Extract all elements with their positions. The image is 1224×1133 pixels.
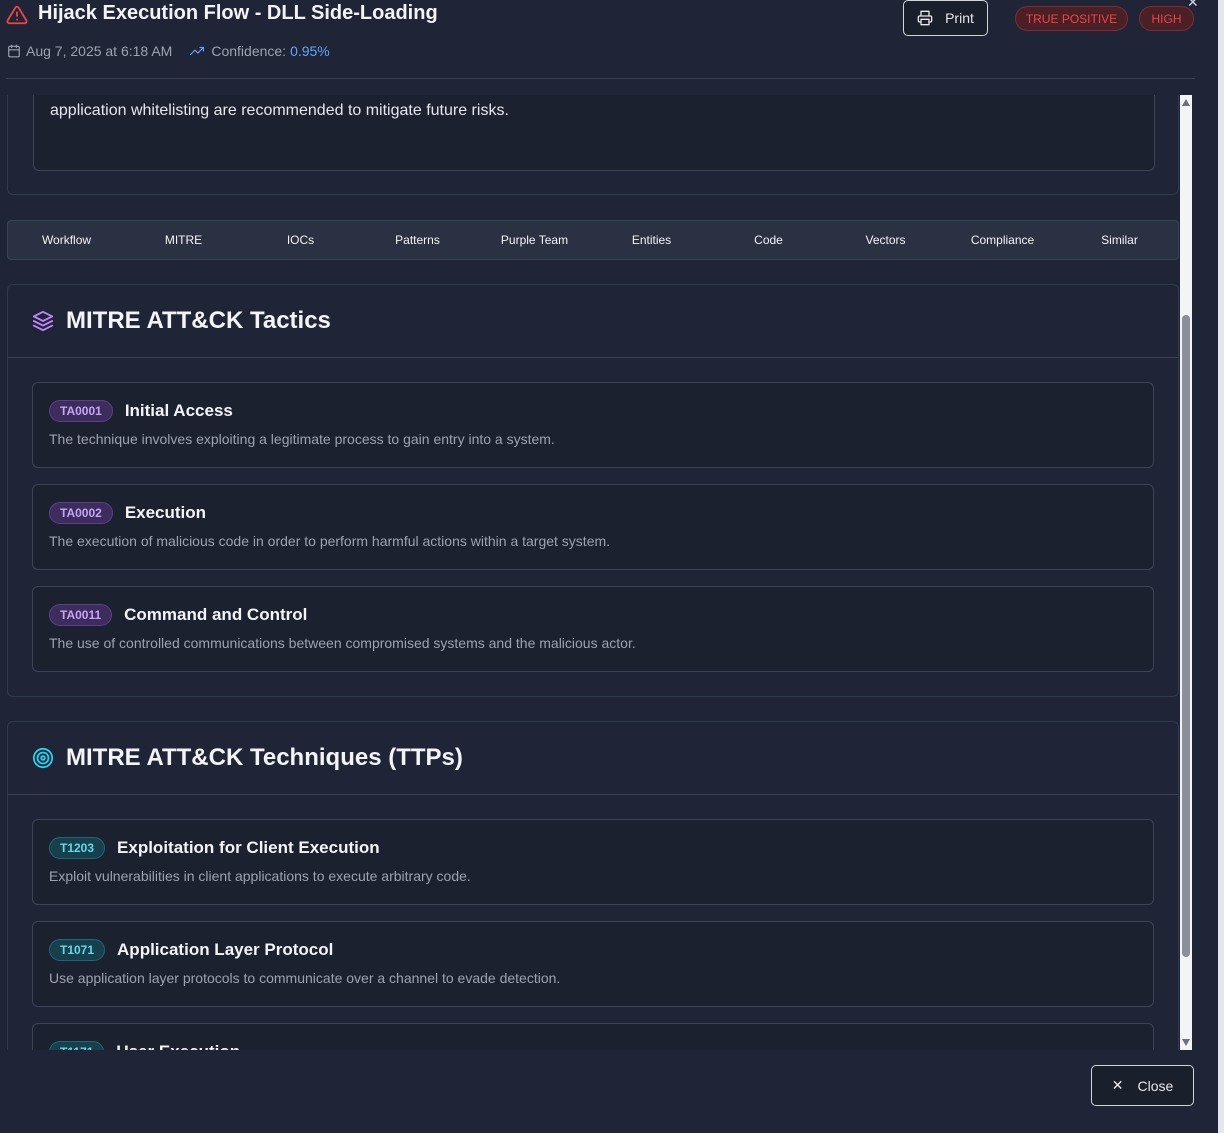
summary-card: potentially allowing attackers to execut… — [7, 95, 1179, 195]
tactics-title: MITRE ATT&CK Tactics — [66, 307, 331, 334]
alert-meta: Aug 7, 2025 at 6:18 AM Confidence: 0.95% — [7, 43, 330, 59]
technique-item: T1203 Exploitation for Client Execution … — [32, 819, 1154, 905]
tactic-name: Execution — [124, 503, 207, 522]
tab-similar[interactable]: Similar — [1061, 221, 1178, 259]
close-button[interactable]: ✕ Close — [1091, 1065, 1194, 1106]
tab-workflow[interactable]: Workflow — [8, 221, 125, 259]
tab-compliance[interactable]: Compliance — [944, 221, 1061, 259]
confidence-label: Confidence: — [211, 43, 287, 59]
tab-vectors[interactable]: Vectors — [827, 221, 944, 259]
technique-description: Use application layer protocols to commu… — [49, 970, 561, 986]
tactic-id-badge: TA0001 — [49, 400, 113, 422]
technique-description: Exploit vulnerabilities in client applic… — [49, 868, 471, 884]
tactic-id-badge: TA0011 — [49, 604, 113, 626]
tactic-description: The execution of malicious code in order… — [49, 533, 611, 549]
technique-id-badge: T1203 — [49, 837, 106, 859]
alert-detail-modal: Hijack Execution Flow - DLL Side-Loading… — [0, 0, 1218, 1133]
trending-up-icon — [190, 46, 205, 56]
layers-icon — [32, 310, 54, 332]
tactic-id-badge: TA0002 — [49, 502, 113, 524]
tactics-section: MITRE ATT&CK Tactics TA0001 Initial Acce… — [7, 284, 1179, 697]
print-label: Print — [945, 10, 974, 26]
warning-icon — [6, 5, 28, 25]
modal-header: Hijack Execution Flow - DLL Side-Loading… — [0, 0, 1218, 80]
summary-text: potentially allowing attackers to execut… — [50, 102, 509, 119]
technique-item: T1171 User Execution — [32, 1023, 1154, 1050]
technique-id-badge: T1071 — [49, 939, 106, 961]
technique-id-badge: T1171 — [49, 1041, 105, 1050]
tab-purple-team[interactable]: Purple Team — [476, 221, 593, 259]
tactic-item: TA0011 Command and Control The use of co… — [32, 586, 1154, 672]
tactic-description: The technique involves exploiting a legi… — [49, 431, 555, 447]
target-icon — [32, 747, 54, 769]
technique-item: T1071 Application Layer Protocol Use app… — [32, 921, 1154, 1007]
tactic-item: TA0002 Execution The execution of malici… — [32, 484, 1154, 570]
tab-bar: Workflow MITRE IOCs Patterns Purple Team… — [7, 220, 1179, 260]
tab-code[interactable]: Code — [710, 221, 827, 259]
printer-icon — [917, 10, 933, 26]
tab-mitre[interactable]: MITRE — [125, 221, 242, 259]
tab-entities[interactable]: Entities — [593, 221, 710, 259]
modal-scroll-content: potentially allowing attackers to execut… — [0, 95, 1180, 1050]
techniques-header: MITRE ATT&CK Techniques (TTPs) — [8, 722, 1178, 795]
vertical-scrollbar[interactable] — [1180, 95, 1192, 1050]
tactic-item: TA0001 Initial Access The technique invo… — [32, 382, 1154, 468]
tactics-header: MITRE ATT&CK Tactics — [8, 285, 1178, 358]
scroll-thumb[interactable] — [1182, 315, 1190, 957]
window-edge — [1218, 0, 1224, 1133]
print-button[interactable]: Print — [903, 0, 988, 36]
scroll-up-arrow[interactable] — [1182, 99, 1190, 106]
techniques-title: MITRE ATT&CK Techniques (TTPs) — [66, 744, 463, 771]
tactic-description: The use of controlled communications bet… — [49, 635, 636, 651]
confidence-value: 0.95% — [290, 43, 330, 59]
close-icon[interactable]: ✕ — [1187, 0, 1199, 11]
tactic-name: Initial Access — [124, 401, 233, 420]
tab-patterns[interactable]: Patterns — [359, 221, 476, 259]
calendar-icon — [8, 44, 20, 58]
tab-iocs[interactable]: IOCs — [242, 221, 359, 259]
technique-name: Application Layer Protocol — [117, 940, 334, 959]
status-badge: TRUE POSITIVE — [1015, 6, 1128, 31]
close-x-icon: ✕ — [1111, 1077, 1124, 1093]
technique-name: Exploitation for Client Execution — [117, 838, 380, 857]
alert-date: Aug 7, 2025 at 6:18 AM — [26, 43, 173, 59]
tactic-name: Command and Control — [124, 605, 308, 624]
alert-title: Hijack Execution Flow - DLL Side-Loading — [38, 2, 438, 24]
techniques-section: MITRE ATT&CK Techniques (TTPs) T1203 Exp… — [7, 721, 1179, 1050]
close-label: Close — [1137, 1077, 1174, 1094]
header-divider — [6, 78, 1195, 79]
severity-badge: HIGH — [1139, 6, 1194, 31]
scroll-down-arrow[interactable] — [1182, 1039, 1190, 1046]
summary-box: potentially allowing attackers to execut… — [33, 95, 1155, 171]
technique-name: User Execution — [116, 1042, 240, 1050]
